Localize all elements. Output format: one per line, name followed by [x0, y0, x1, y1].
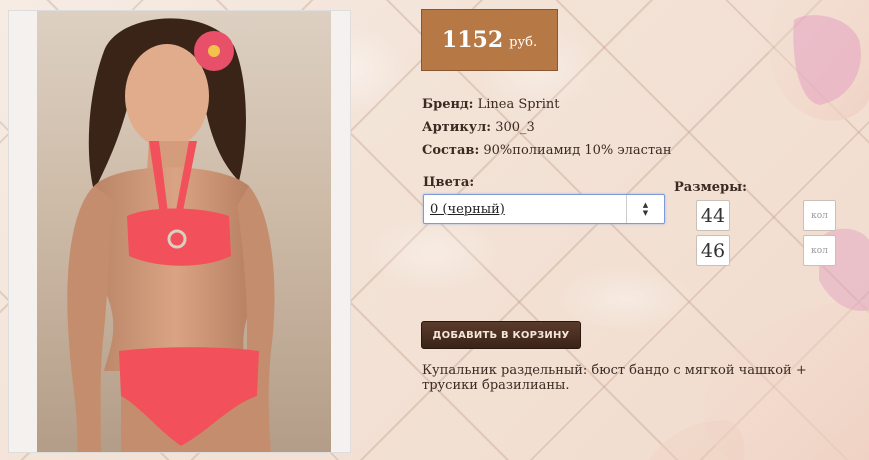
- price-badge: 1152 руб.: [421, 9, 558, 71]
- product-info: Бренд: Linea Sprint Артикул: 300_3 Соста…: [422, 93, 672, 162]
- sizes-label: Размеры:: [674, 180, 747, 195]
- composition-row: Состав: 90%полиамид 10% эластан: [422, 139, 672, 162]
- select-arrows-icon: ▲ ▼: [626, 195, 664, 223]
- quantity-input-44[interactable]: кол: [803, 200, 836, 231]
- price-value: 1152: [441, 27, 504, 53]
- quantity-input-46[interactable]: кол: [803, 235, 836, 266]
- brand-label: Бренд:: [422, 97, 474, 112]
- brand-value: Linea Sprint: [477, 97, 560, 112]
- colors-label: Цвета:: [423, 175, 475, 190]
- size-option-46: 46: [696, 235, 730, 266]
- size-option-44: 44: [696, 200, 730, 231]
- sku-row: Артикул: 300_3: [422, 116, 672, 139]
- product-description: Купальник раздельный: бюст бандо с мягко…: [422, 363, 807, 393]
- price-currency: руб.: [509, 34, 538, 50]
- color-select[interactable]: 0 (черный) ▲ ▼: [423, 194, 665, 224]
- add-to-cart-button[interactable]: ДОБАВИТЬ В КОРЗИНУ: [421, 321, 581, 349]
- sku-value: 300_3: [495, 120, 535, 135]
- composition-value: 90%полиамид 10% эластан: [483, 143, 672, 158]
- composition-label: Состав:: [422, 143, 480, 158]
- brand-row: Бренд: Linea Sprint: [422, 93, 672, 116]
- product-photo[interactable]: [8, 10, 351, 453]
- color-select-value: 0 (черный): [430, 201, 505, 217]
- product-image-illustration: [9, 11, 350, 452]
- sku-label: Артикул:: [422, 120, 492, 135]
